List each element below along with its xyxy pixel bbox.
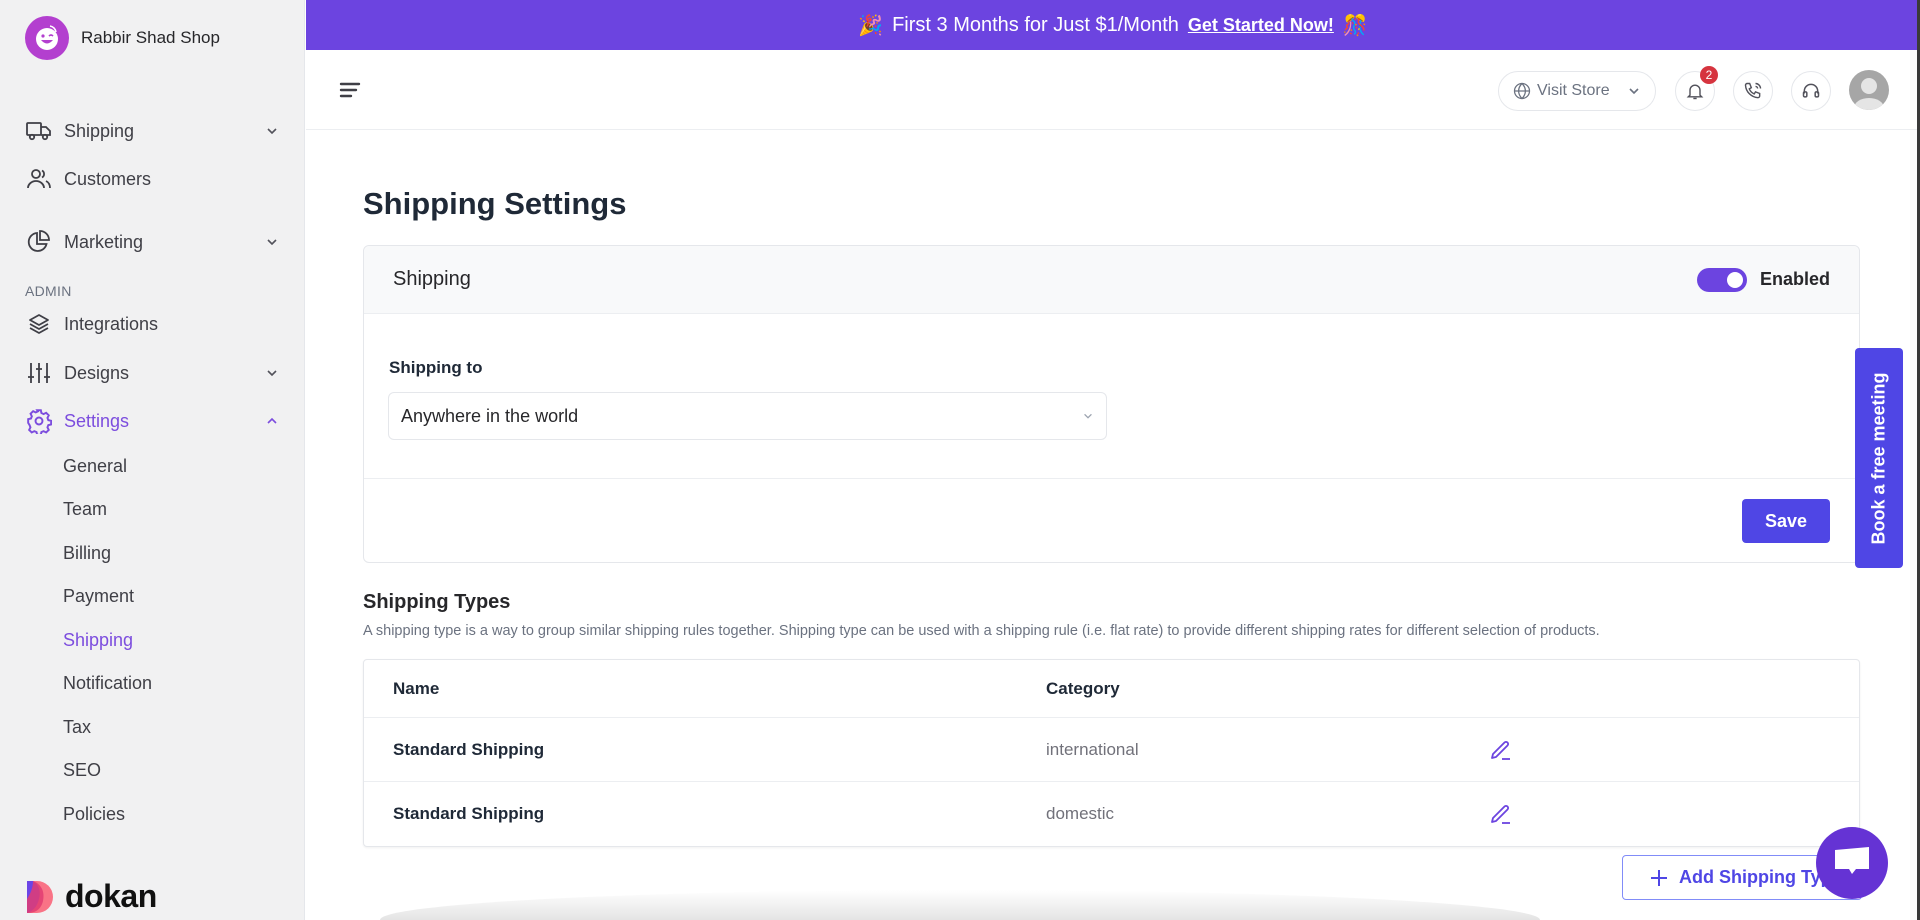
edit-button[interactable] (1489, 802, 1513, 826)
truck-icon (25, 117, 53, 145)
sidebar-subitem-policies[interactable]: Policies (63, 804, 125, 825)
table-row: Standard Shipping domestic (364, 782, 1859, 846)
sidebar-subitem-billing[interactable]: Billing (63, 543, 111, 564)
save-button[interactable]: Save (1742, 499, 1830, 543)
row-category: domestic (1046, 804, 1115, 823)
shipping-types-description: A shipping type is a way to group simila… (363, 623, 1600, 639)
pie-chart-icon (25, 228, 53, 256)
sidebar-item-settings[interactable]: Settings (25, 403, 287, 439)
pencil-icon (1491, 805, 1510, 824)
sidebar-subitem-notification[interactable]: Notification (63, 673, 152, 694)
store-name: Rabbir Shad Shop (81, 28, 220, 47)
notifications-button[interactable]: 2 (1675, 66, 1718, 111)
column-header-name: Name (393, 678, 440, 698)
sidebar: Rabbir Shad Shop Shipping Customers Mark… (0, 0, 305, 920)
store-brand[interactable]: Rabbir Shad Shop (25, 16, 220, 60)
chevron-up-icon (267, 417, 277, 424)
users-icon (25, 165, 53, 193)
chevron-down-icon (267, 128, 277, 135)
column-header-category: Category (1046, 678, 1120, 698)
phone-icon (1744, 82, 1762, 99)
shipping-enabled-toggle[interactable] (1696, 267, 1747, 292)
top-bar: Visit Store 2 (306, 50, 1920, 130)
chevron-down-icon (1629, 88, 1639, 95)
get-started-link[interactable]: Get Started Now! (1188, 15, 1334, 36)
visit-store-label: Visit Store (1537, 82, 1610, 99)
visit-store-dropdown[interactable]: Visit Store (1498, 71, 1656, 111)
confetti-icon: 🎊 (1342, 14, 1368, 37)
table-header-row: Name Category (364, 660, 1859, 718)
store-logo-icon (25, 16, 69, 60)
sidebar-item-marketing[interactable]: Marketing (25, 224, 287, 260)
sidebar-item-integrations[interactable]: Integrations (25, 306, 287, 342)
shipping-to-label: Shipping to (389, 358, 483, 377)
user-avatar[interactable] (1849, 70, 1889, 110)
edit-button[interactable] (1489, 738, 1513, 762)
chat-bubble-icon (1835, 847, 1869, 874)
chevron-down-icon (267, 239, 277, 246)
promo-banner: 🎉 First 3 Months for Just $1/Month Get S… (306, 0, 1920, 50)
book-meeting-tab[interactable]: Book a free meeting (1855, 348, 1903, 568)
sidebar-item-label: Shipping (64, 120, 135, 141)
sidebar-subitem-tax[interactable]: Tax (63, 717, 91, 738)
sidebar-item-label: Customers (64, 168, 152, 189)
pencil-icon (1491, 740, 1510, 760)
headset-icon (1802, 83, 1820, 98)
promo-text: First 3 Months for Just $1/Month (892, 13, 1179, 36)
dokan-wordmark: dokan (65, 878, 157, 914)
card-footer: Save (364, 478, 1859, 563)
chat-button[interactable] (1816, 827, 1888, 899)
notification-badge: 2 (1700, 66, 1718, 84)
sliders-icon (25, 359, 53, 387)
call-button[interactable] (1733, 71, 1773, 111)
dokan-logo-icon (27, 880, 53, 913)
shipping-types-table: Name Category Standard Shipping internat… (363, 659, 1860, 847)
globe-icon (1513, 82, 1531, 100)
card-header: Shipping Enabled (364, 246, 1859, 314)
menu-toggle-button[interactable] (338, 78, 362, 102)
sidebar-item-designs[interactable]: Designs (25, 355, 287, 391)
shipping-settings-card: Shipping Enabled Shipping to Anywhere in… (363, 245, 1860, 563)
bell-icon (1686, 84, 1704, 100)
hamburger-icon (339, 82, 361, 98)
dokan-logo[interactable]: dokan (25, 878, 157, 915)
sidebar-item-label: Settings (64, 410, 130, 431)
page-title: Shipping Settings (363, 186, 627, 221)
sidebar-subitem-general[interactable]: General (63, 456, 127, 477)
toggle-knob (1726, 271, 1743, 288)
plus-icon (1651, 869, 1667, 886)
layers-icon (25, 310, 53, 338)
row-name: Standard Shipping (393, 739, 545, 759)
chevron-down-icon (1084, 413, 1092, 419)
row-name: Standard Shipping (393, 804, 545, 823)
user-avatar-icon (1854, 78, 1884, 110)
sidebar-subitem-payment[interactable]: Payment (63, 586, 134, 607)
toggle-label: Enabled (1759, 269, 1830, 289)
section-label-admin: ADMIN (25, 283, 72, 299)
gear-icon (25, 407, 53, 435)
chevron-down-icon (267, 370, 277, 377)
party-popper-icon: 🎉 (858, 14, 884, 37)
shipping-to-select[interactable]: Anywhere in the world (388, 392, 1107, 440)
sidebar-item-customers[interactable]: Customers (25, 161, 287, 197)
sidebar-subitem-seo[interactable]: SEO (63, 760, 101, 781)
sidebar-item-label: Integrations (64, 313, 159, 334)
shipping-to-value: Anywhere in the world (401, 405, 579, 426)
support-button[interactable] (1791, 71, 1831, 111)
sidebar-subitem-team[interactable]: Team (63, 499, 107, 520)
shipping-types-title: Shipping Types (363, 591, 511, 613)
card-title: Shipping (393, 268, 471, 290)
book-meeting-label: Book a free meeting (1868, 371, 1889, 545)
bottom-shadow (380, 890, 1540, 920)
row-category: international (1046, 739, 1139, 759)
sidebar-item-label: Marketing (64, 231, 144, 252)
table-row: Standard Shipping international (364, 718, 1859, 782)
sidebar-item-label: Designs (64, 362, 130, 383)
sidebar-subitem-shipping[interactable]: Shipping (63, 630, 133, 651)
sidebar-item-shipping[interactable]: Shipping (25, 113, 287, 149)
